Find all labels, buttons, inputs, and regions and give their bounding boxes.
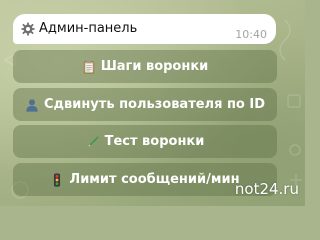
bust-in-silhouette-icon xyxy=(26,98,38,112)
message-time: 10:40 xyxy=(235,28,267,41)
admin-panel-message: Админ-панель 10:40 xyxy=(13,14,276,44)
pen-icon xyxy=(87,135,99,147)
clipboard-icon xyxy=(83,60,94,73)
test-funnel-button[interactable]: Тест воронки xyxy=(13,125,277,158)
gear-icon xyxy=(21,22,35,36)
test-funnel-label: Тест воронки xyxy=(104,134,205,149)
message-text: Админ-панель xyxy=(39,21,138,36)
move-user-by-id-button[interactable]: Сдвинуть пользователя по ID xyxy=(13,88,277,121)
watermark: not24.ru xyxy=(234,180,299,198)
move-user-by-id-label: Сдвинуть пользователя по ID xyxy=(43,97,266,112)
funnel-steps-label: Шаги воронки xyxy=(100,59,209,74)
traffic-light-icon xyxy=(54,172,61,187)
message-rate-limit-label: Лимит сообщений/мин xyxy=(69,172,240,187)
funnel-steps-button[interactable]: Шаги воронки xyxy=(13,50,277,83)
